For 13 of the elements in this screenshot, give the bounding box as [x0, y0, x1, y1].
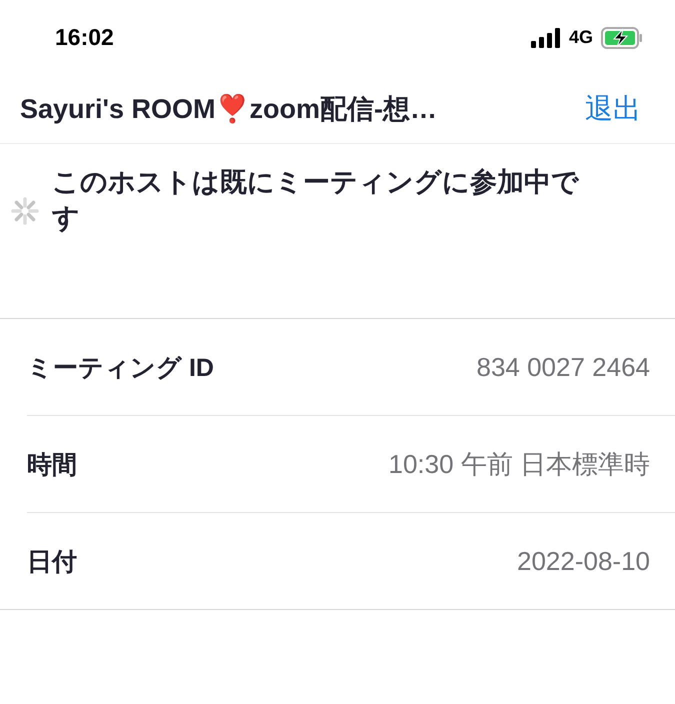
detail-label: 日付 [27, 546, 77, 578]
battery-charging-icon [601, 26, 643, 48]
leave-button[interactable]: 退出 [585, 90, 641, 128]
detail-label: ミーティング ID [27, 352, 214, 384]
detail-label: 時間 [27, 450, 77, 480]
signal-icon [530, 28, 561, 48]
status-message: このホストは既にミーティングに参加中です [52, 166, 580, 235]
detail-value: 10:30 午前 日本標準時 [388, 448, 650, 480]
detail-value: 834 0027 2464 [476, 352, 650, 382]
detail-value: 2022-08-10 [517, 546, 650, 576]
meeting-title: Sayuri's ROOM❣zoom配信-想… [20, 93, 437, 126]
network-type: 4G [568, 27, 593, 48]
status-time: 16:02 [55, 24, 114, 51]
